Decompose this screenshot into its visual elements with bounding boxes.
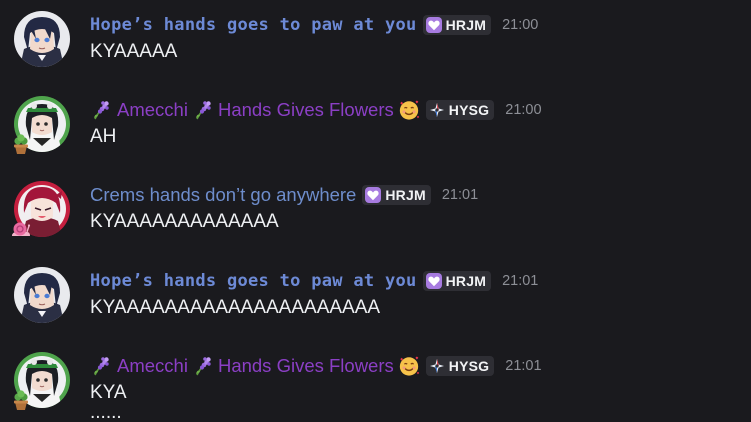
- avatar[interactable]: [14, 11, 70, 67]
- potted-plant-icon: [10, 389, 32, 411]
- message-header: Amecchi Hands Gives Flowers HYSG 21:01: [90, 353, 542, 379]
- timestamp[interactable]: 21:01: [505, 358, 541, 374]
- username-suffix: Hands Gives Flowers: [217, 99, 394, 120]
- guild-tag-label: HYSG: [448, 358, 490, 374]
- guild-tag[interactable]: HYSG: [425, 356, 495, 376]
- guild-tag[interactable]: HRJM: [422, 15, 492, 35]
- message-text: AH: [90, 126, 117, 147]
- chat-message: Amecchi Hands Gives Flowers HYSG 21:00 A…: [0, 85, 751, 165]
- compass-star-icon: [429, 102, 445, 118]
- chat-message-list: Hope’s hands goes to paw at you HRJM 21:…: [0, 0, 751, 422]
- message-header: Crems hands don’t go anywhere HRJM 21:01: [90, 182, 478, 208]
- message-text: KYAAAAAAAAAAAAAAAAAAAAA: [90, 297, 381, 318]
- hyacinth-flower-icon: [192, 355, 214, 377]
- chat-message: Hope’s hands goes to paw at you HRJM 21:…: [0, 0, 751, 80]
- guild-tag[interactable]: HRJM: [422, 271, 492, 291]
- guild-tag-label: HYSG: [448, 102, 490, 118]
- message-text: KYAAAAAAAAAAAAA: [90, 211, 279, 232]
- snail-icon: [10, 218, 32, 240]
- guild-tag[interactable]: HRJM: [362, 185, 431, 205]
- guild-tag-label: HRJM: [445, 273, 487, 289]
- timestamp[interactable]: 21:00: [502, 17, 538, 33]
- partial-next-message: ......: [90, 414, 140, 422]
- chat-message: Crems hands don’t go anywhere HRJM 21:01…: [0, 170, 751, 250]
- partial-message-text: ......: [90, 414, 140, 422]
- guild-tag-label: HRJM: [445, 17, 487, 33]
- avatar[interactable]: [14, 267, 70, 323]
- compass-star-icon: [429, 358, 445, 374]
- hyacinth-flower-icon: [90, 99, 112, 121]
- smiling-hearts-face-icon: [398, 355, 420, 377]
- guild-tag-label: HRJM: [385, 187, 426, 203]
- hyacinth-flower-icon: [192, 99, 214, 121]
- message-text: KYA: [90, 382, 127, 403]
- username[interactable]: Amecchi Hands Gives Flowers: [90, 99, 420, 121]
- username-text: Amecchi: [117, 99, 188, 120]
- username[interactable]: Amecchi Hands Gives Flowers: [90, 355, 420, 377]
- username[interactable]: Crems hands don’t go anywhere: [90, 184, 356, 206]
- chat-message: Amecchi Hands Gives Flowers HYSG 21:01 K…: [0, 341, 751, 421]
- username[interactable]: Hope’s hands goes to paw at you: [90, 271, 417, 291]
- timestamp[interactable]: 21:00: [505, 102, 541, 118]
- username[interactable]: Hope’s hands goes to paw at you: [90, 15, 417, 35]
- message-header: Hope’s hands goes to paw at you HRJM 21:…: [90, 12, 538, 38]
- timestamp[interactable]: 21:01: [502, 273, 538, 289]
- guild-tag[interactable]: HYSG: [425, 100, 495, 120]
- timestamp[interactable]: 21:01: [442, 187, 478, 203]
- message-text: KYAAAAA: [90, 41, 178, 62]
- purple-heart-icon: [426, 273, 442, 289]
- purple-heart-icon: [365, 187, 381, 203]
- username-suffix: Hands Gives Flowers: [217, 355, 394, 376]
- chat-message: Hope’s hands goes to paw at you HRJM 21:…: [0, 256, 751, 336]
- hyacinth-flower-icon: [90, 355, 112, 377]
- username-text: Amecchi: [117, 355, 188, 376]
- potted-plant-icon: [10, 133, 32, 155]
- message-header: Amecchi Hands Gives Flowers HYSG 21:00: [90, 97, 542, 123]
- message-header: Hope’s hands goes to paw at you HRJM 21:…: [90, 268, 538, 294]
- smiling-hearts-face-icon: [398, 99, 420, 121]
- purple-heart-icon: [426, 17, 442, 33]
